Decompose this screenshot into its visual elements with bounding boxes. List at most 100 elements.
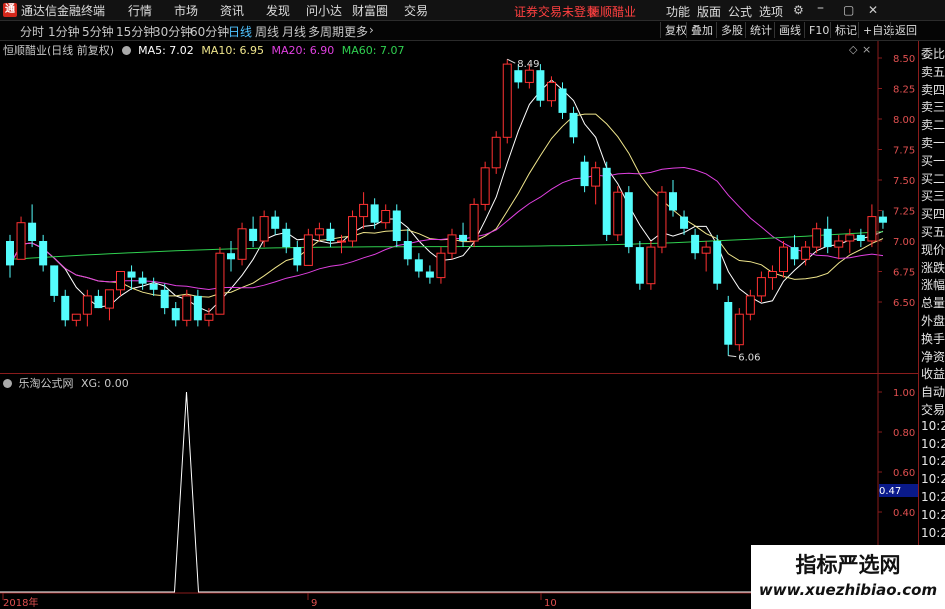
tab-weekly[interactable]: 周线 [255,23,279,40]
menu-faxian[interactable]: 发现 [255,2,301,19]
candle-body-down [160,289,169,309]
menu-zixun[interactable]: 资讯 [209,2,255,19]
indicator-circle-icon[interactable] [3,379,12,388]
x-tick-label: 9 [311,598,317,609]
menu-gongshi[interactable]: 公式 [728,3,752,20]
minimize-icon[interactable]: – [817,0,824,16]
candle-body-up [867,216,877,242]
period-toolbar: 分时 1分钟 5分钟 15分钟 30分钟 60分钟 日线 周线 月线 多周期 更… [0,21,945,41]
side-label: 10:2 [921,436,945,451]
y-tick-label: 8.50 [893,54,915,65]
overlay-button[interactable]: 叠加 [686,22,717,38]
candle-body-down [724,302,733,345]
side-label: 10:2 [921,507,945,522]
candle-body-up [337,240,346,243]
current-stock-name: 恒顺醋业 [588,5,637,19]
candle-body-up [303,234,313,266]
candle-body-down [569,112,578,138]
candle-body-up [381,210,391,224]
side-label: 买一 [921,153,945,168]
settings-icon[interactable]: ⚙ [793,3,804,17]
multi-stock-button[interactable]: 多股 [716,22,747,38]
tab-30min[interactable]: 30分钟 [153,23,192,40]
ma-line-ma10 [9,113,884,298]
menu-banmian[interactable]: 版面 [697,3,721,20]
candle-body-down [514,70,523,83]
candle-body-up [204,313,214,321]
menu-hangqing[interactable]: 行情 [117,2,163,19]
menu-gongneng[interactable]: 功能 [666,3,690,20]
candle-body-down [61,295,70,321]
candle-body-down [414,259,423,272]
ma5-label: MA5: 7.02 [138,44,194,57]
candle-body-up [348,216,358,242]
watermark-title: 指标严选网 [795,553,901,577]
candle-body-up [16,222,26,260]
f10-button[interactable]: F10 [804,22,833,38]
tab-5min[interactable]: 5分钟 [82,23,114,40]
ma20-label: MA20: 6.90 [271,44,335,57]
candle-body-down [856,234,865,241]
candle-body-down [680,216,689,229]
candle-body-down [558,88,567,113]
mark-button[interactable]: 标记 [830,22,861,38]
panel-close-icon[interactable]: × [862,43,871,56]
draw-line-button[interactable]: 画线 [774,22,805,38]
candle-body-down [669,192,677,211]
ind-y-tick-label: 0.60 [893,468,915,479]
diamond-icon[interactable]: ◇ [849,43,857,56]
candlestick-chart[interactable]: 8.50 8.25 8.00 7.75 7.50 7.25 7.00 6.75 6.50 1.00… [0,41,945,609]
candle-body-up [756,277,766,297]
menu-shichang[interactable]: 市场 [163,2,209,19]
main-panel-info: 恒顺醋业(日线 前复权) MA5: 7.02 MA10: 6.95 MA20: … [3,42,408,58]
menu-caifuquan[interactable]: 财富圈 [347,2,393,19]
side-label: 卖三 [921,100,945,115]
stats-button[interactable]: 统计 [745,22,776,38]
side-label: 买二 [921,171,945,186]
side-label: 净资 [921,349,945,364]
candle-body-up [314,228,324,236]
candle-body-down [193,295,202,321]
settings-circle-icon[interactable] [121,46,131,55]
side-label: 10:2 [921,490,945,504]
tab-daily[interactable]: 日线 [228,23,252,40]
maximize-icon[interactable]: ▢ [843,3,854,17]
menu-wenxiaoda[interactable]: 问小达 [301,2,347,19]
candle-body-down [28,222,37,241]
close-icon[interactable]: ✕ [868,3,878,17]
back-button[interactable]: 返回 [890,22,921,38]
tab-multi-period[interactable]: 多周期 [308,23,344,40]
candle-body-down [138,277,147,284]
candle-body-up [646,246,656,285]
more-chevron-icon[interactable]: › [369,23,374,37]
tab-fenshi[interactable]: 分时 [20,23,44,40]
candle-body-up [182,295,192,321]
side-label: 总量 [921,296,945,311]
ma10-label: MA10: 6.95 [201,44,265,57]
candle-body-down [580,161,589,187]
candle-body-down [94,295,103,309]
tab-monthly[interactable]: 月线 [282,23,306,40]
tab-15min[interactable]: 15分钟 [116,23,155,40]
tab-60min[interactable]: 60分钟 [190,23,229,40]
side-label: 10:2 [921,418,945,433]
candle-body-down [691,234,700,254]
tab-more[interactable]: 更多 [344,23,368,40]
ind-y-tick-label: 1.00 [893,388,915,399]
candle-body-down [602,167,611,235]
menu-jiaoyi[interactable]: 交易 [393,2,439,19]
candle-body-up [701,246,711,254]
side-label: 10:2 [921,472,945,487]
candle-body-up [546,81,556,102]
side-label: 卖四 [921,82,945,97]
candle-body-down [249,228,258,241]
trade-login-warning[interactable]: 证券交易未登录 [514,3,598,20]
y-tick-label: 7.75 [893,146,915,157]
tab-1min[interactable]: 1分钟 [48,23,80,40]
candle-body-up [359,203,369,218]
ma60-label: MA60: 7.07 [341,44,405,57]
candle-body-up [779,246,788,273]
candle-body-up [502,63,512,138]
menu-xuanxiang[interactable]: 选项 [759,3,783,20]
candle-body-up [447,234,457,254]
